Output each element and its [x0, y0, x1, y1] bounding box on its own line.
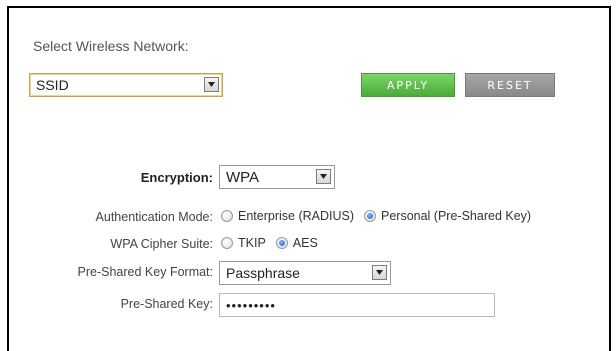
- ssid-select-value: SSID: [36, 77, 69, 93]
- encryption-label: Encryption:: [140, 170, 213, 185]
- auth-enterprise-radio[interactable]: [221, 210, 233, 222]
- psk-format-select-value: Passphrase: [226, 265, 300, 281]
- auth-mode-group: Enterprise (RADIUS) Personal (Pre-Shared…: [221, 209, 541, 223]
- auth-personal-label: Personal (Pre-Shared Key): [381, 209, 532, 223]
- psk-format-label: Pre-Shared Key Format:: [77, 265, 213, 279]
- psk-format-select[interactable]: Passphrase: [219, 261, 391, 285]
- select-network-heading: Select Wireless Network:: [33, 38, 189, 54]
- auth-mode-label: Authentication Mode:: [95, 210, 213, 224]
- auth-enterprise-label: Enterprise (RADIUS): [238, 209, 354, 223]
- cipher-aes-radio[interactable]: [275, 237, 288, 249]
- chevron-down-icon[interactable]: [204, 77, 219, 92]
- chevron-down-icon[interactable]: [372, 265, 387, 280]
- chevron-down-icon[interactable]: [316, 169, 331, 184]
- psk-input[interactable]: •••••••••: [219, 293, 495, 317]
- cipher-tkip-radio[interactable]: [221, 237, 233, 249]
- reset-button[interactable]: RESET: [465, 73, 555, 97]
- cipher-suite-label: WPA Cipher Suite:: [110, 237, 213, 251]
- ssid-select[interactable]: SSID: [29, 73, 223, 97]
- auth-personal-radio[interactable]: [364, 210, 376, 222]
- apply-button[interactable]: APPLY: [361, 73, 455, 97]
- cipher-aes-label: AES: [292, 236, 318, 250]
- encryption-select-value: WPA: [226, 168, 260, 186]
- cipher-tkip-label: TKIP: [238, 236, 266, 250]
- encryption-select[interactable]: WPA: [219, 165, 335, 189]
- cipher-suite-group: TKIP AES: [221, 236, 328, 250]
- psk-label: Pre-Shared Key:: [120, 297, 213, 311]
- settings-panel: Select Wireless Network: SSID APPLY RESE…: [7, 6, 611, 351]
